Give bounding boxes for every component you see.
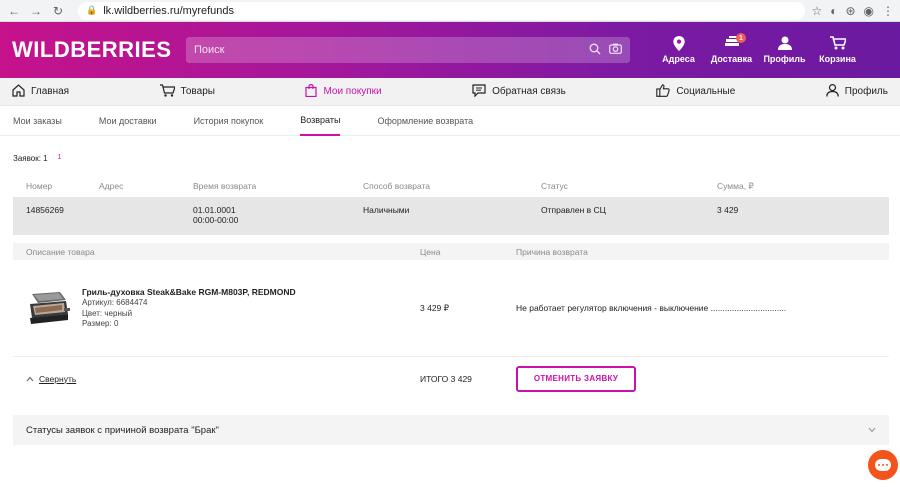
back-icon[interactable]: ← — [6, 3, 22, 19]
tab-purchase-history[interactable]: История покупок — [194, 106, 264, 136]
product-name[interactable]: Гриль-духовка Steak&Bake RGM-M803P, REDM… — [82, 287, 420, 298]
logo[interactable]: WILDBERRIES — [12, 37, 186, 63]
defect-statuses-label: Статусы заявок с причиной возврата "Брак… — [26, 424, 219, 436]
nav-item-social[interactable]: Социальные — [656, 83, 736, 100]
nav-item-label: Обратная связь — [492, 86, 566, 97]
search-icon[interactable] — [589, 43, 601, 58]
header-link-delivery[interactable]: 1 Доставка — [705, 33, 758, 64]
extension-icon[interactable]: ◐ — [830, 4, 837, 18]
tab-my-deliveries[interactable]: Мои доставки — [99, 106, 157, 136]
product-size: Размер: 0 — [82, 319, 119, 328]
site-header: WILDBERRIES Поиск Адреса 1 Доставка Проф… — [0, 22, 900, 78]
refund-date: 01.01.0001 — [193, 205, 236, 215]
page-number[interactable]: 1 — [58, 154, 62, 163]
header-link-label: Доставка — [710, 54, 753, 64]
header-link-profile[interactable]: Профиль — [758, 36, 811, 64]
col-price: Цена — [420, 246, 441, 257]
search-placeholder: Поиск — [194, 44, 225, 56]
tab-my-orders[interactable]: Мои заказы — [13, 106, 62, 136]
cart-extension-icon[interactable]: ⊛ — [845, 4, 855, 18]
tab-refunds[interactable]: Возвраты — [300, 106, 341, 136]
chevron-down-icon — [868, 425, 876, 435]
refund-datetime: 01.01.0001 00:00-00:00 — [193, 205, 363, 225]
search-input[interactable]: Поиск — [186, 37, 630, 63]
header-link-label: Корзина — [819, 54, 856, 64]
refund-number: 14856269 — [26, 205, 64, 215]
defect-statuses-accordion[interactable]: Статусы заявок с причиной возврата "Брак… — [13, 415, 889, 445]
col-status: Статус — [541, 181, 568, 191]
cart-icon — [159, 83, 176, 100]
product-image[interactable] — [26, 288, 72, 328]
cart-icon — [829, 36, 847, 54]
chat-button[interactable] — [868, 450, 898, 480]
reload-icon[interactable]: ↻ — [50, 3, 66, 19]
status-badge: Отправлен в СЦ — [541, 205, 606, 215]
nav-item-label: Мои покупки — [323, 86, 382, 97]
header-link-label: Профиль — [763, 54, 806, 64]
col-address: Адрес — [99, 181, 124, 191]
chevron-up-icon — [26, 374, 34, 384]
table-row[interactable]: 14856269 01.01.0001 00:00-00:00 Наличным… — [13, 197, 889, 235]
product-price: 3 429 ₽ — [420, 302, 450, 313]
main-navigation: Главная Товары Мои покупки Обратная связ… — [0, 78, 900, 106]
refund-details: Описание товара Цена Причина возврата Гр… — [13, 243, 889, 400]
requests-count-label: Заявок: 1 — [13, 154, 48, 163]
camera-icon[interactable] — [609, 43, 622, 57]
requests-count: Заявок: 1 1 — [0, 154, 900, 163]
refund-method: Наличными — [363, 205, 410, 215]
list-item: Гриль-духовка Steak&Bake RGM-M803P, REDM… — [13, 260, 889, 356]
user-icon — [825, 83, 839, 100]
refund-card: Номер Адрес Время возврата Способ возвра… — [13, 175, 889, 400]
header-link-label: Адреса — [662, 54, 695, 64]
home-icon — [12, 83, 25, 100]
url-text: lk.wildberries.ru/myrefunds — [103, 4, 235, 17]
col-reason: Причина возврата — [516, 246, 588, 257]
location-icon — [672, 36, 685, 54]
browser-toolbar: ← → ↻ 🔒 lk.wildberries.ru/myrefunds ☆ ◐ … — [0, 0, 900, 22]
lock-icon: 🔒 — [86, 5, 98, 15]
details-header: Описание товара Цена Причина возврата — [13, 243, 889, 260]
col-date: Время возврата — [193, 181, 257, 191]
feedback-icon — [472, 83, 486, 100]
star-icon[interactable]: ☆ — [811, 4, 822, 18]
refund-sum: 3 429 — [717, 205, 739, 215]
header-link-addresses[interactable]: Адреса — [652, 36, 705, 64]
nav-item-my-purchases[interactable]: Мои покупки — [305, 83, 382, 100]
purchases-tabs: Мои заказы Мои доставки История покупок … — [0, 106, 900, 136]
menu-icon[interactable]: ⋮ — [882, 4, 894, 18]
bag-icon — [305, 83, 318, 100]
chat-icon — [875, 459, 891, 471]
nav-item-goods[interactable]: Товары — [159, 83, 215, 100]
nav-item-label: Товары — [180, 86, 215, 97]
nav-item-feedback[interactable]: Обратная связь — [472, 83, 566, 100]
product-article: Артикул: 6684474 — [82, 298, 148, 307]
account-icon[interactable]: ◉ — [864, 4, 874, 18]
cancel-request-button[interactable]: ОТМЕНИТЬ ЗАЯВКУ — [516, 365, 636, 392]
header-link-cart[interactable]: Корзина — [811, 36, 864, 64]
refund-table-header: Номер Адрес Время возврата Способ возвра… — [13, 175, 889, 197]
col-number: Номер — [26, 181, 53, 191]
refund-time: 00:00-00:00 — [193, 215, 239, 225]
nav-item-label: Профиль — [844, 86, 888, 97]
nav-item-label: Социальные — [676, 86, 736, 97]
col-description: Описание товара — [26, 246, 95, 257]
col-sum: Сумма, ₽ — [717, 180, 754, 191]
product-color: Цвет: черный — [82, 308, 133, 318]
like-icon — [656, 83, 671, 100]
profile-icon — [777, 36, 792, 54]
nav-item-label: Главная — [31, 86, 70, 97]
product-info: Гриль-духовка Steak&Bake RGM-M803P, REDM… — [82, 287, 420, 330]
order-total: ИТОГО 3 429 — [420, 373, 472, 384]
collapse-button[interactable]: Свернуть — [26, 374, 420, 384]
nav-item-profile[interactable]: Профиль — [825, 83, 888, 100]
tab-refund-form[interactable]: Оформление возврата — [377, 106, 473, 136]
details-footer: Свернуть ИТОГО 3 429 ОТМЕНИТЬ ЗАЯВКУ — [13, 356, 889, 400]
col-method: Способ возврата — [363, 181, 431, 191]
delivery-badge: 1 — [736, 33, 746, 43]
address-bar[interactable]: 🔒 lk.wildberries.ru/myrefunds — [78, 1, 806, 20]
refund-reason: Не работает регулятор включения - выключ… — [516, 303, 787, 313]
forward-icon[interactable]: → — [28, 3, 44, 19]
nav-item-home[interactable]: Главная — [12, 83, 70, 100]
collapse-label: Свернуть — [39, 373, 77, 384]
